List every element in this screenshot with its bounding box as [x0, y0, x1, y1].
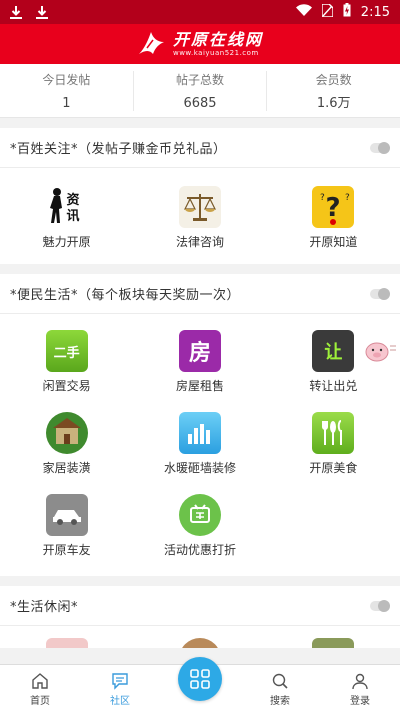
section-title: *生活休闲* — [10, 600, 79, 615]
board-label: 转让出兑 — [309, 379, 358, 393]
logo-url: www.kaiyuan521.com — [172, 48, 259, 57]
section-header[interactable]: *百姓关注*（发帖子赚金币兑礼品） — [0, 128, 400, 168]
stat-label: 会员数 — [315, 72, 352, 87]
transfer-icon: 让 — [312, 330, 355, 372]
house-text: 房 — [188, 341, 211, 366]
stat-members: 会员数 1.6万 — [267, 71, 400, 111]
board-discount[interactable]: 活动优惠打折 — [133, 494, 266, 576]
tab-community[interactable]: 社区 — [80, 665, 160, 710]
board-food[interactable]: 开原美食 — [267, 412, 400, 494]
board-item[interactable] — [267, 626, 400, 648]
board-label: 活动优惠打折 — [163, 543, 236, 557]
tab-label: 首页 — [30, 696, 50, 707]
tab-home[interactable]: 首页 — [0, 665, 80, 710]
board-house-rent[interactable]: 房 房屋租售 — [133, 330, 266, 412]
battery-icon — [343, 3, 351, 21]
board-legal-consult[interactable]: 法律咨询 — [133, 186, 266, 250]
pig-sticker-icon — [364, 338, 398, 368]
apps-fab-button[interactable] — [178, 657, 222, 701]
board-label: 开原知道 — [309, 235, 358, 249]
section-toggle[interactable] — [370, 141, 390, 154]
tab-search[interactable]: 搜索 — [240, 665, 320, 710]
board-plumbing-renovation[interactable]: 水暖砸墙装修 — [133, 412, 266, 494]
board-kaiyuan-knows[interactable]: ? ? ? 开原知道 — [267, 186, 400, 250]
tab-label: 登录 — [350, 696, 370, 707]
board-thumb-icon — [312, 638, 355, 648]
transfer-text: 让 — [324, 342, 343, 363]
board-transfer[interactable]: 让 转让出兑 — [267, 330, 400, 412]
bottom-tab-bar: 首页 社区 搜索 登录 — [0, 657, 400, 710]
stat-today-posts: 今日发帖 1 — [0, 70, 134, 111]
stat-label: 今日发帖 — [42, 72, 91, 87]
section-title: *百姓关注*（发帖子赚金币兑礼品） — [10, 142, 227, 157]
stat-value: 6685 — [183, 95, 217, 111]
svg-text:?: ? — [326, 193, 341, 223]
forum-stats: 今日发帖 1 帖子总数 6685 会员数 1.6万 — [0, 64, 400, 118]
board-thumb-icon — [178, 638, 221, 648]
svg-text:?: ? — [320, 193, 325, 203]
board-label: 房屋租售 — [175, 379, 224, 393]
section-toggle[interactable] — [370, 599, 390, 612]
board-label: 魅力开原 — [42, 235, 91, 249]
board-label: 水暖砸墙装修 — [163, 461, 236, 475]
section-header[interactable]: *便民生活*（每个板块每天奖励一次） — [0, 274, 400, 314]
site-logo: 开原在线网 www.kaiyuan521.com — [137, 30, 263, 58]
status-bar: 2:15 — [0, 0, 400, 24]
board-item[interactable] — [133, 626, 266, 648]
stat-label: 帖子总数 — [176, 72, 225, 87]
stat-total-posts: 帖子总数 6685 — [134, 70, 268, 111]
stat-value: 1.6万 — [316, 95, 351, 111]
board-label: 家居装潢 — [42, 461, 91, 475]
stat-value: 1 — [62, 95, 71, 111]
clock-time: 2:15 — [360, 4, 390, 20]
board-secondhand[interactable]: 二手 闲置交易 — [0, 330, 133, 412]
discount-icon — [178, 494, 221, 536]
tab-label: 搜索 — [270, 696, 290, 707]
section-leisure: *生活休闲* — [0, 586, 400, 648]
scales-icon — [178, 186, 221, 228]
search-icon — [272, 673, 288, 689]
tab-label: 社区 — [110, 696, 130, 707]
board-charm-kaiyuan[interactable]: 资 讯 魅力开原 — [0, 186, 133, 250]
section-convenience-life: *便民生活*（每个板块每天奖励一次） 二手 闲置交易 房 房屋租售 让 转让出兑 — [0, 274, 400, 576]
svg-text:?: ? — [345, 193, 350, 203]
svg-text:资: 资 — [66, 192, 79, 208]
home-icon — [32, 673, 48, 689]
board-label: 法律咨询 — [175, 235, 224, 249]
section-header[interactable]: *生活休闲* — [0, 586, 400, 626]
wifi-icon — [295, 4, 312, 20]
charm-icon: 资 讯 — [46, 186, 88, 228]
user-icon — [352, 673, 368, 690]
question-icon: ? ? ? — [312, 186, 355, 228]
car-icon — [45, 494, 88, 536]
board-label: 闲置交易 — [42, 379, 91, 393]
tab-center — [160, 657, 240, 710]
app-header: 开原在线网 www.kaiyuan521.com — [0, 24, 400, 64]
home-decor-icon — [45, 412, 88, 454]
section-public-concern: *百姓关注*（发帖子赚金币兑礼品） 资 讯 魅力开原 法律咨询 ? ? ? 开原… — [0, 128, 400, 264]
food-icon — [312, 412, 355, 454]
board-thumb-icon — [45, 638, 88, 648]
community-icon — [112, 673, 128, 690]
board-home-decor[interactable]: 家居装潢 — [0, 412, 133, 494]
logo-title: 开原在线网 — [172, 29, 263, 49]
logo-mark-icon — [138, 32, 164, 54]
secondhand-icon: 二手 — [45, 330, 88, 372]
tab-login[interactable]: 登录 — [320, 665, 400, 710]
svg-text:讯: 讯 — [66, 209, 79, 224]
section-toggle[interactable] — [370, 287, 390, 300]
board-label: 开原美食 — [309, 461, 358, 475]
chart-bars-icon — [178, 412, 221, 454]
board-item[interactable] — [0, 626, 133, 648]
no-sim-icon — [321, 2, 334, 21]
section-title: *便民生活*（每个板块每天奖励一次） — [10, 288, 241, 303]
board-car-friends[interactable]: 开原车友 — [0, 494, 133, 576]
download-icon — [36, 5, 48, 19]
house-icon: 房 — [178, 330, 221, 372]
apps-icon — [190, 669, 210, 689]
board-label: 开原车友 — [42, 543, 91, 557]
download-icon — [10, 5, 22, 19]
secondhand-text: 二手 — [53, 345, 80, 361]
